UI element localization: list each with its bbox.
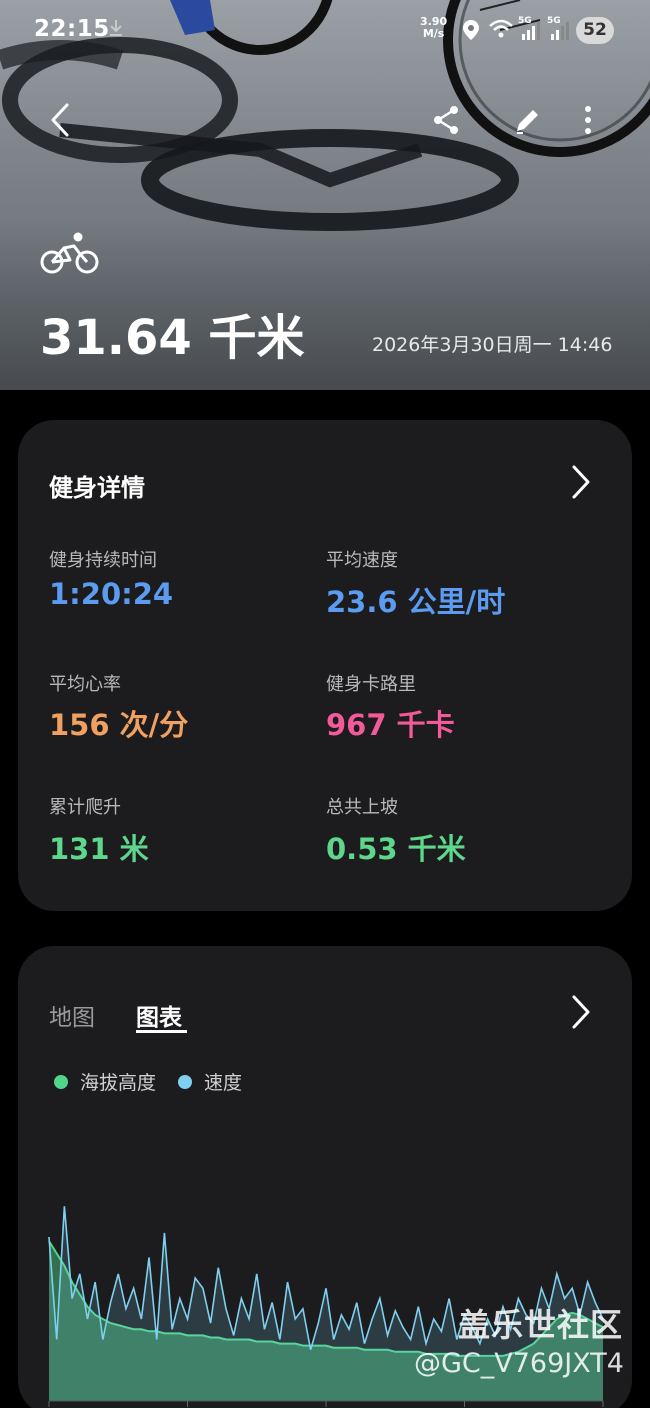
distance-total: 31.64 千米 <box>40 310 305 366</box>
watermark-user: @GC_V769JXT4 <box>414 1348 624 1379</box>
download-icon <box>110 20 122 36</box>
back-button[interactable] <box>40 98 80 142</box>
legend-label-speed: 速度 <box>204 1072 243 1094</box>
legend-item-speed: 速度 <box>178 1068 242 1095</box>
edit-icon <box>517 110 538 134</box>
hero-banner: 22:15 3.90 M/s 5G 5G 52 31.64 千米 2026年3月… <box>0 0 650 390</box>
stat-value-elevation-gain: 131 米 <box>49 832 149 866</box>
tab-chart[interactable]: 图表 <box>136 998 182 1032</box>
net-speed-unit: M/s <box>422 27 445 40</box>
stat-label-duration: 健身持续时间 <box>49 550 157 571</box>
signal-icon: 5G <box>516 16 542 42</box>
share-button[interactable] <box>426 98 466 142</box>
tab-map[interactable]: 地图 <box>49 998 95 1032</box>
back-icon <box>51 103 69 137</box>
cycling-icon <box>40 232 99 274</box>
status-bar: 22:15 3.90 M/s 5G 5G 52 <box>0 0 650 60</box>
wifi-icon <box>489 19 513 38</box>
legend-item-altitude: 海拔高度 <box>54 1068 156 1095</box>
location-icon <box>463 20 479 40</box>
legend-label-altitude: 海拔高度 <box>80 1072 157 1094</box>
stat-value-uphill-distance: 0.53 千米 <box>326 832 466 866</box>
workout-datetime: 2026年3月30日周一 14:46 <box>372 334 613 356</box>
stat-label-elevation-gain: 累计爬升 <box>49 797 121 818</box>
net-speed: 3.90 M/s <box>420 16 447 40</box>
status-time: 22:15 <box>34 16 110 42</box>
stat-label-uphill-distance: 总共上坡 <box>326 797 398 818</box>
stat-value-avg-heart-rate: 156 次/分 <box>49 708 189 742</box>
legend-dot-altitude <box>54 1074 68 1089</box>
watermark-community: 盖乐世社区 <box>458 1306 624 1344</box>
stat-label-calories: 健身卡路里 <box>326 674 416 695</box>
legend-dot-speed <box>178 1074 192 1089</box>
stat-value-calories: 967 千卡 <box>326 708 455 742</box>
workout-details-card[interactable]: 健身详情 健身持续时间 1:20:24 平均速度 23.6 公里/时 平均心率 … <box>18 420 632 911</box>
stat-value-avg-speed: 23.6 公里/时 <box>326 585 506 619</box>
card-title: 健身详情 <box>49 474 145 502</box>
battery-indicator: 52 <box>576 17 614 44</box>
chevron-right-icon[interactable] <box>570 994 592 1030</box>
tab-active-indicator <box>136 1030 187 1033</box>
signal-icon: 5G <box>545 16 571 42</box>
stat-value-duration: 1:20:24 <box>49 577 174 611</box>
share-icon <box>434 106 458 134</box>
more-icon <box>585 106 591 134</box>
stat-label-avg-speed: 平均速度 <box>326 550 398 571</box>
chevron-right-icon[interactable] <box>570 464 592 500</box>
edit-button[interactable] <box>508 98 548 142</box>
stat-label-avg-heart-rate: 平均心率 <box>49 674 121 695</box>
more-button[interactable] <box>572 98 604 142</box>
